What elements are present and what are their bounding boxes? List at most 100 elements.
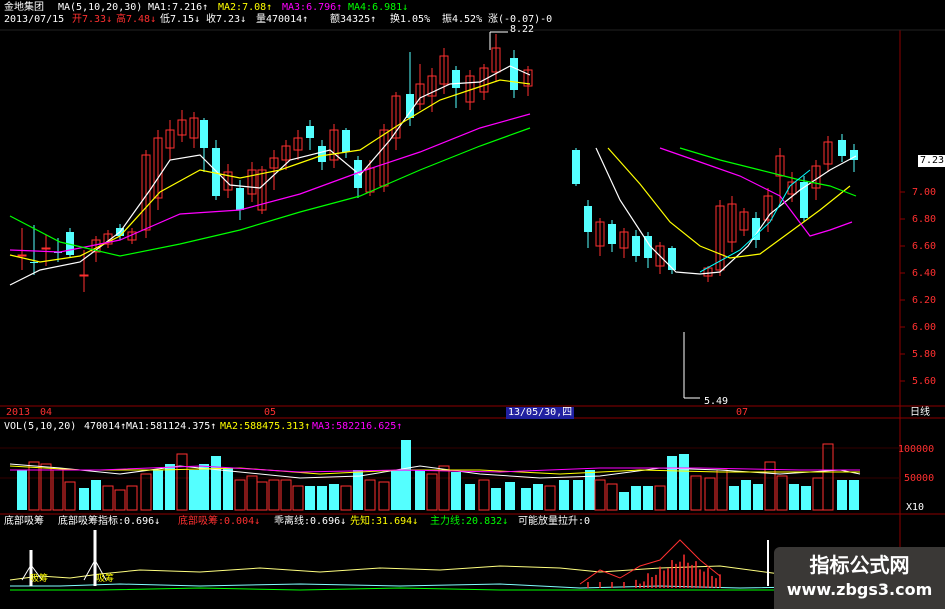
volume-bar [594,479,606,511]
volume-bar [559,480,569,510]
indicator-b: 底部吸筹:0.004↓ [178,516,261,527]
volume-bar [491,488,501,510]
volume-bar [729,486,739,510]
volume-bar [223,468,233,510]
high-price-mark: 8.22 [510,24,535,35]
volume-bar [478,479,490,511]
candle-body [572,150,580,184]
volume-bar [329,484,339,510]
volume-bar [378,481,390,511]
time-label-apr: 04 [40,407,53,418]
volume-bar [837,480,847,510]
watermark-badge: 指标公式网 www.zbgs3.com [774,547,945,609]
vol-ma2: MA2:588475.313↑ [220,421,311,432]
quote-low: 低7.15↓ [160,14,201,25]
price-tick: 7.00 [912,187,937,198]
volume-bar [716,469,728,511]
volume-bar [391,470,401,510]
ma4-value: MA4:6.981↓ [348,2,409,13]
volume-bar [812,477,824,511]
vol-ma3: MA3:582216.625↑ [312,421,403,432]
time-label-may: 05 [264,407,277,418]
ma2-value: MA2:7.08↑ [218,2,273,13]
candle-body [200,120,208,148]
volume-bar [189,470,199,510]
volume-bar [822,443,834,511]
candle-body [41,247,51,250]
vol-label: VOL(5,10,20) [4,421,77,432]
candle-body [30,262,38,263]
cursor-date[interactable]: 13/05/30,四 [506,407,575,419]
volume-bar [654,485,666,511]
ma4-line [9,127,531,257]
volume-bar [317,486,327,510]
volume-bar [17,470,27,510]
volume-bar [340,485,352,511]
candle-body [318,146,326,162]
volume-bar [849,480,859,510]
volume-bar [631,486,641,510]
volume-bar [52,469,64,511]
candle-body [236,188,244,210]
candle-body [632,236,640,256]
volume-bar [619,492,629,510]
volume-bar [415,470,425,510]
indicator-a: 底部吸筹指标:0.696↓ [58,516,161,527]
period-label[interactable]: 日线 [910,407,930,419]
volume-bar [667,456,677,510]
price-tick: 5.60 [912,376,937,387]
candle-body [668,248,676,270]
ma-label: MA(5,10,20,30) [58,2,143,13]
volume-bar [801,486,811,510]
volume-bar [533,484,543,510]
candle-body [306,126,314,138]
volume-bar [102,485,114,511]
watermark-title: 指标公式网 [809,553,910,577]
ma3-value: MA3:6.796↑ [282,2,343,13]
volume-bar [401,440,411,510]
watermark-url: www.zbgs3.com [786,580,933,599]
quote-amount: 额34325↑ [330,14,377,25]
quote-open: 开7.33↓ [72,14,113,25]
quote-volume: 量470014↑ [256,14,309,25]
quote-amplitude: 振4.52% [442,14,483,25]
volume-bar [521,488,531,510]
volume-bar [364,479,376,511]
volume-bar [114,489,126,511]
volume-bar [199,464,209,510]
volume-bar [305,486,315,510]
volume-bar [140,473,152,511]
candle-body [452,70,460,88]
candle-body [406,94,414,118]
candle-body [584,206,592,232]
candle-body [510,58,518,90]
volume-bar [451,472,461,510]
candle-body [838,140,846,156]
candle-body [79,274,89,277]
indicator-envelope [579,539,721,585]
candle-body [212,148,220,196]
quote-close: 收7.23↓ [206,14,247,25]
time-label-jul: 07 [736,407,749,418]
indicator-c: 乖离线:0.696↓ [274,516,347,527]
vol-ma1: MA1:581124.375↑ [126,421,217,432]
volume-bar [79,488,89,510]
volume-bar [690,475,702,511]
time-label-year: 2013 [6,407,31,418]
volume-bar [679,454,689,510]
indicator-name: 底部吸筹 [4,516,44,527]
volume-bar [426,473,438,511]
candle-body [342,130,350,152]
volume-bar [438,465,450,511]
price-tick: 6.60 [912,241,937,252]
vol-tick: 50000 [904,473,935,484]
indicator-mark: 吸筹 [30,574,49,584]
volume-bar [246,475,258,511]
price-tick: 6.00 [912,322,937,333]
volume-bar [211,456,221,510]
volume-bar [280,479,292,511]
vol-unit: X10 [906,502,925,513]
indicator-mark: 吸筹 [96,574,115,584]
volume-bar [544,485,556,511]
volume-bar [776,475,788,511]
